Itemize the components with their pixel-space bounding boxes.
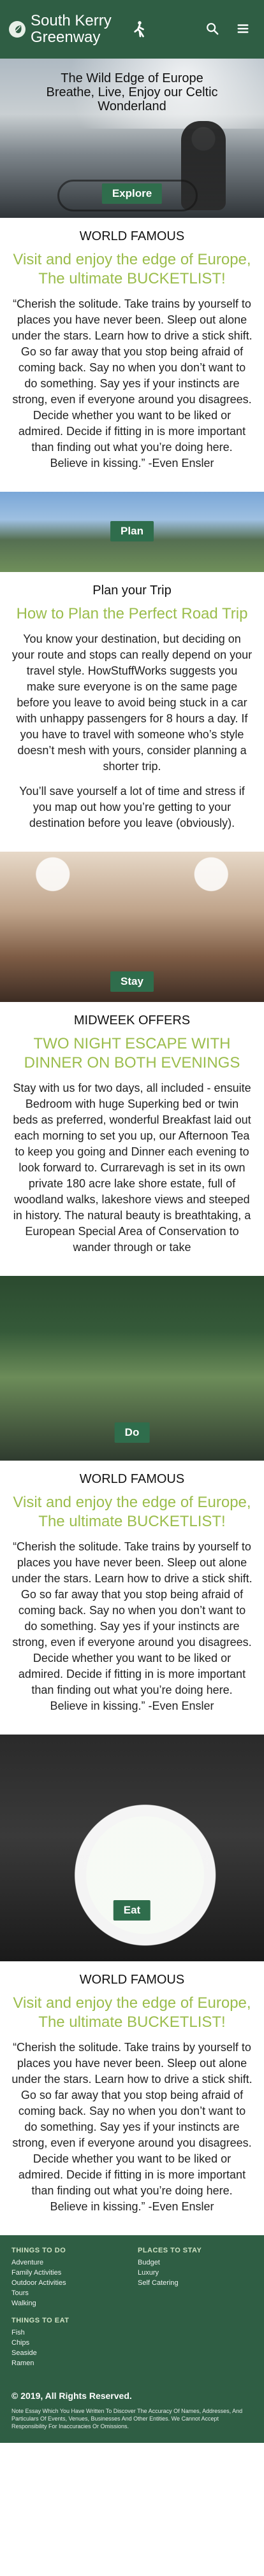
eat-banner: Eat — [0, 1735, 264, 1961]
footer-bottom: © 2019, All Rights Reserved. Note Essay … — [0, 2391, 264, 2443]
things-to-do-title: THINGS TO DO — [11, 2247, 66, 2254]
stay-headline: TWO NIGHT ESCAPE WITH DINNER ON BOTH EVE… — [24, 1035, 240, 1071]
section-kicker: WORLD FAMOUS — [79, 229, 185, 243]
footer-col-right: PLACES TO STAY Budget Luxury Self Cateri… — [138, 2247, 253, 2377]
world-famous-section-1: WORLD FAMOUS Visit and enjoy the edge of… — [0, 218, 264, 492]
plan-kicker: Plan your Trip — [92, 583, 172, 597]
section-quote: “Cherish the solitude. Take trains by yo… — [11, 2040, 253, 2215]
quote-text: “Cherish the solitude. Take trains by yo… — [11, 2041, 253, 2213]
plan-paragraph-2: You’ll save yourself a lot of time and s… — [19, 785, 245, 829]
section-kicker: WORLD FAMOUS — [79, 1472, 185, 1486]
quote-text: “Cherish the solitude. Take trains by yo… — [11, 1540, 253, 1712]
stay-body: Stay with us for two days, all included … — [11, 1080, 253, 1256]
menu-icon[interactable] — [232, 18, 254, 39]
plan-paragraph-1: You know your destination, but deciding … — [11, 633, 253, 773]
section-headline: Visit and enjoy the edge of Europe, The … — [13, 251, 251, 287]
footer-link-seaside[interactable]: Seaside — [11, 2349, 126, 2358]
brand-title: South Kerry Greenway — [31, 13, 112, 46]
footer-link-self-catering[interactable]: Self Catering — [138, 2279, 253, 2287]
do-button[interactable]: Do — [114, 1422, 150, 1443]
things-to-eat: THINGS TO EAT Fish Chips Seaside Ramen — [11, 2317, 126, 2368]
places-to-stay: PLACES TO STAY Budget Luxury Self Cateri… — [138, 2247, 253, 2287]
site-header: South Kerry Greenway — [0, 0, 264, 59]
section-quote: “Cherish the solitude. Take trains by yo… — [11, 296, 253, 471]
hero: The Wild Edge of Europe Breathe, Live, E… — [0, 59, 264, 218]
eat-button[interactable]: Eat — [113, 1900, 151, 1921]
footer-link-family-activities[interactable]: Family Activities — [11, 2268, 126, 2277]
footer-link-chips[interactable]: Chips — [11, 2338, 126, 2347]
hero-title-line-3: Wonderland — [98, 99, 166, 113]
stay-button[interactable]: Stay — [110, 971, 154, 992]
section-headline: Visit and enjoy the edge of Europe, The … — [13, 1494, 251, 1530]
footer-col-left: THINGS TO DO Adventure Family Activities… — [11, 2247, 126, 2377]
footer-disclaimer: Note Essay Which You Have Written To Dis… — [11, 2408, 243, 2429]
footer-link-walking[interactable]: Walking — [11, 2299, 126, 2308]
footer-link-budget[interactable]: Budget — [138, 2258, 253, 2267]
plan-body: You know your destination, but deciding … — [11, 631, 253, 831]
footer-link-adventure[interactable]: Adventure — [11, 2258, 126, 2267]
copyright: © 2019, All Rights Reserved. — [11, 2391, 132, 2401]
footer-link-ramen[interactable]: Ramen — [11, 2359, 126, 2368]
plan-headline: How to Plan the Perfect Road Trip — [16, 605, 248, 622]
do-banner: Do — [0, 1276, 264, 1461]
leaf-logo-icon — [9, 21, 26, 38]
stay-kicker: MIDWEEK OFFERS — [73, 1013, 191, 1027]
hero-title: The Wild Edge of Europe Breathe, Live, E… — [0, 71, 264, 113]
stay-section: MIDWEEK OFFERS TWO NIGHT ESCAPE WITH DIN… — [0, 1002, 264, 1276]
hero-title-line-1: The Wild Edge of Europe — [61, 71, 203, 85]
footer-columns: THINGS TO DO Adventure Family Activities… — [11, 2247, 253, 2377]
world-famous-section-2: WORLD FAMOUS Visit and enjoy the edge of… — [0, 1461, 264, 1735]
section-kicker: WORLD FAMOUS — [79, 1973, 185, 1987]
plan-banner: Plan — [0, 492, 264, 572]
stay-banner: Stay — [0, 852, 264, 1002]
footer-link-outdoor-activities[interactable]: Outdoor Activities — [11, 2279, 126, 2287]
plan-button[interactable]: Plan — [110, 521, 154, 541]
section-quote: “Cherish the solitude. Take trains by yo… — [11, 1539, 253, 1714]
things-to-eat-title: THINGS TO EAT — [11, 2317, 70, 2324]
brand-line-2: Greenway — [31, 29, 101, 46]
explore-button[interactable]: Explore — [101, 183, 163, 204]
brand-line-1: South Kerry — [31, 12, 112, 29]
footer-link-fish[interactable]: Fish — [11, 2328, 126, 2337]
header-actions — [202, 18, 254, 39]
hiker-icon — [131, 18, 149, 40]
footer-link-luxury[interactable]: Luxury — [138, 2268, 253, 2277]
quote-text: “Cherish the solitude. Take trains by yo… — [11, 297, 253, 469]
site-logo[interactable]: South Kerry Greenway — [9, 13, 149, 46]
places-to-stay-title: PLACES TO STAY — [138, 2247, 202, 2254]
section-headline: Visit and enjoy the edge of Europe, The … — [13, 1994, 251, 2031]
plan-section: Plan your Trip How to Plan the Perfect R… — [0, 572, 264, 852]
search-icon[interactable] — [202, 18, 223, 39]
hero-title-line-2: Breathe, Live, Enjoy our Celtic — [46, 85, 218, 99]
things-to-do: THINGS TO DO Adventure Family Activities… — [11, 2247, 126, 2308]
footer-link-tours[interactable]: Tours — [11, 2289, 126, 2298]
stay-paragraph: Stay with us for two days, all included … — [13, 1082, 251, 1254]
site-footer: THINGS TO DO Adventure Family Activities… — [0, 2235, 264, 2391]
world-famous-section-3: WORLD FAMOUS Visit and enjoy the edge of… — [0, 1961, 264, 2235]
